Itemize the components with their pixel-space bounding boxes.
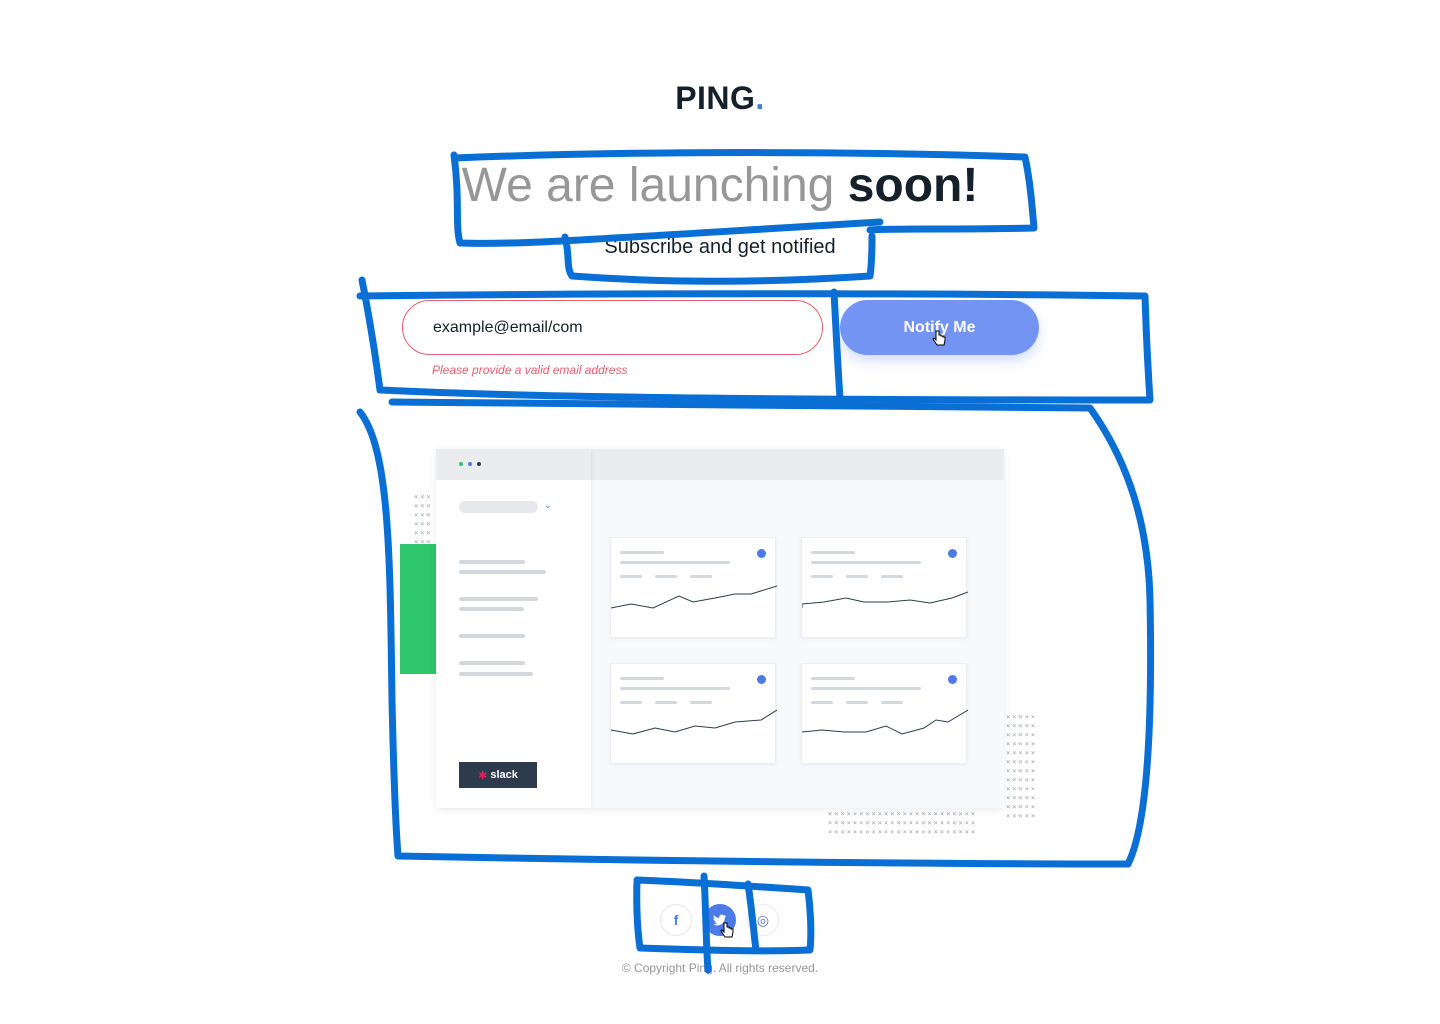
green-accent-bar <box>400 544 438 674</box>
check-icon <box>948 675 957 684</box>
dot-pattern-right: ××××× ××××× ××××× ××××× ××××× ××××× ××××… <box>1006 713 1038 820</box>
facebook-icon: f <box>673 912 679 928</box>
headline-light: We are launching <box>461 159 835 212</box>
dot-pattern-bottom: ×××××××××××××××××××××××× ×××××××××××××××… <box>828 810 978 836</box>
dashboard-card <box>610 663 777 764</box>
instagram-icon: ◎ <box>756 911 770 928</box>
hand-cursor-icon <box>932 330 946 346</box>
workspace-selector <box>459 501 538 513</box>
app-window: ⌄ ✱ slack <box>436 449 1004 808</box>
window-dot-blue <box>468 462 472 466</box>
instagram-link[interactable]: ◎ <box>747 904 779 936</box>
app-sidebar: ⌄ ✱ slack <box>436 449 591 808</box>
slack-badge: ✱ slack <box>459 762 537 788</box>
dashboard-card <box>610 537 777 638</box>
logo-dot: . <box>755 80 765 116</box>
headline-bold: soon! <box>847 159 979 212</box>
window-dot-dark <box>477 462 481 466</box>
email-input[interactable] <box>402 300 823 355</box>
slack-icon: ✱ <box>478 769 488 782</box>
check-icon <box>757 549 766 558</box>
page-headline: We are launching soon! <box>0 158 1440 213</box>
hand-cursor-icon <box>720 922 734 938</box>
chevron-down-icon: ⌄ <box>544 500 552 510</box>
check-icon <box>948 549 957 558</box>
facebook-link[interactable]: f <box>660 904 692 936</box>
dashboard-card <box>801 663 968 764</box>
email-error-message: Please provide a valid email address <box>432 363 628 377</box>
logo-text: PING <box>675 80 756 116</box>
subtitle: Subscribe and get notified <box>604 236 836 258</box>
check-icon <box>757 675 766 684</box>
dashboard-card <box>801 537 968 638</box>
window-dot-green <box>459 462 463 466</box>
logo: PING. <box>0 80 1440 117</box>
copyright-text: © Copyright Ping. All rights reserved. <box>621 961 819 975</box>
